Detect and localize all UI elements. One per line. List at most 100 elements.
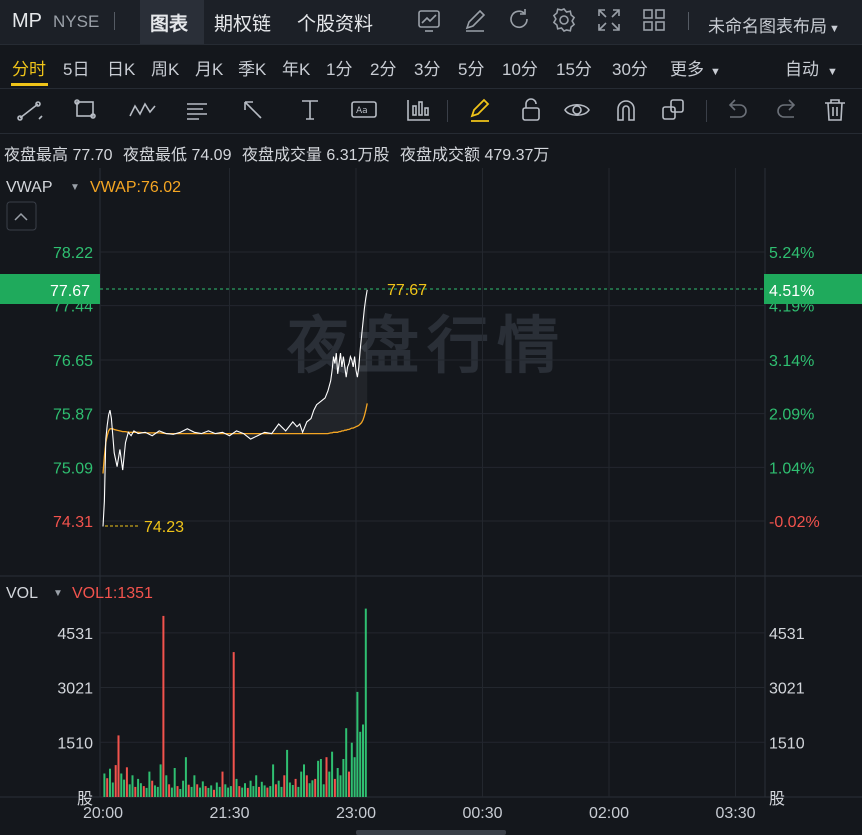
period-10m[interactable]: 10分 [502,55,538,80]
y-tick-right: 3.14% [769,353,814,370]
volume-bar [137,778,140,797]
x-tick-label: 00:30 [462,805,502,822]
text-tool-icon[interactable] [296,96,326,124]
symbol-label[interactable]: MP [12,10,42,33]
period-30m[interactable]: 30分 [612,55,648,80]
exchange-label: NYSE [53,12,100,31]
caret-down-icon[interactable]: ▼ [70,182,80,193]
volume-bar [159,764,162,797]
magnet-icon[interactable] [612,96,642,124]
eye-icon[interactable] [563,96,593,124]
chart-add-icon[interactable] [416,7,442,33]
x-tick-label: 21:30 [209,805,249,822]
volume-bar [317,760,320,797]
period-15m[interactable]: 15分 [556,55,592,80]
period-2m[interactable]: 2分 [370,55,396,80]
period-5m[interactable]: 5分 [458,55,484,80]
refresh-icon[interactable] [506,7,532,33]
volume-bar [117,735,120,797]
volume-bar [280,786,283,797]
layers-icon[interactable] [659,96,689,124]
volume-bar [244,783,246,797]
tab-options-chain[interactable]: 期权链 [214,9,271,36]
gear-icon[interactable] [551,7,577,33]
volume-bar [131,775,134,797]
volume-bar [125,767,128,797]
redo-icon[interactable] [772,96,802,124]
period-5d[interactable]: 5日 [63,55,89,80]
auto-scale-dropdown[interactable]: 自动 ▼ [785,55,838,80]
tab-chart[interactable]: 图表 [150,9,188,36]
line-tool-icon[interactable] [16,96,46,124]
svg-text:Aa: Aa [356,106,368,116]
toolbar-divider [447,100,448,122]
volume-bar [238,786,241,797]
period-quarter[interactable]: 季K [238,55,266,80]
chart-area[interactable]: VWAP ▼ VWAP:76.02 78.2277.4476.6575.8775… [0,168,862,835]
volume-bar [221,771,224,797]
trash-icon[interactable] [820,96,850,124]
volume-bar [148,771,151,797]
volume-bar [207,787,210,797]
volume-bar [196,784,199,797]
current-price-label: 77.67 [387,282,427,299]
volume-bar [266,787,269,797]
arrow-tool-icon[interactable] [240,96,270,124]
candle-tool-icon[interactable] [404,96,434,124]
period-week[interactable]: 周K [151,55,179,80]
volume-bar [103,773,106,797]
fib-tool-icon[interactable] [184,96,214,124]
volume-bar [109,768,111,797]
wave-tool-icon[interactable] [128,96,158,124]
volume-bar [277,780,280,797]
volume-bar [123,779,126,797]
period-3m[interactable]: 3分 [414,55,440,80]
vwap-indicator-value: VWAP:76.02 [90,179,181,196]
night-session-stats: 夜盘最高 77.70 夜盘最低 74.09 夜盘成交量 6.31万股 夜盘成交额… [4,141,555,165]
volume-bar [339,775,342,797]
highlighter-icon[interactable] [466,96,496,124]
volume-bar [252,786,255,797]
volume-bar [151,780,154,797]
vol-tick-left: 4531 [57,626,93,643]
vol-indicator-label[interactable]: VOL [6,585,38,602]
collapse-button[interactable] [6,201,37,231]
tab-stock-profile[interactable]: 个股资料 [297,9,373,36]
period-more[interactable]: 更多 ▼ [670,55,721,80]
volume-bar [246,787,249,797]
volume-bar [336,768,339,797]
stat-low-label: 夜盘最低 [122,147,187,164]
volume-bar [258,786,260,797]
period-intraday[interactable]: 分时 [12,55,46,80]
volume-bar [269,786,272,797]
volume-bar [272,764,275,797]
lock-icon[interactable] [517,96,547,124]
caret-down-icon[interactable]: ▼ [53,588,63,599]
period-month[interactable]: 月K [195,55,223,80]
vol-tick-left: 3021 [57,681,93,698]
vwap-indicator-label[interactable]: VWAP [6,179,53,196]
period-1m[interactable]: 1分 [326,55,352,80]
period-day[interactable]: 日K [107,55,135,80]
volume-bar [193,775,196,797]
volume-bar [359,731,362,797]
volume-bar [201,781,204,797]
fullscreen-icon[interactable] [596,7,622,33]
period-year[interactable]: 年K [282,55,310,80]
horizontal-scrollbar[interactable] [356,830,506,835]
pen-icon[interactable] [462,7,488,33]
grid-icon[interactable] [641,7,667,33]
volume-bar [331,751,334,797]
label-tool-icon[interactable]: Aa [350,96,380,124]
volume-bar [229,786,232,797]
volume-bar [300,771,303,797]
volume-bar [286,749,289,797]
volume-bar [139,783,142,797]
y-tick-right: 5.24% [769,245,814,262]
layout-name-dropdown[interactable]: 未命名图表布局 ▼ [708,12,840,37]
volume-bar [168,784,171,797]
toolbar-divider [706,100,707,122]
period-bar: 分时 5日 日K 周K 月K 季K 年K 1分 2分 3分 5分 10分 15分… [0,45,862,86]
undo-icon[interactable] [722,96,752,124]
rect-tool-icon[interactable] [72,96,102,124]
